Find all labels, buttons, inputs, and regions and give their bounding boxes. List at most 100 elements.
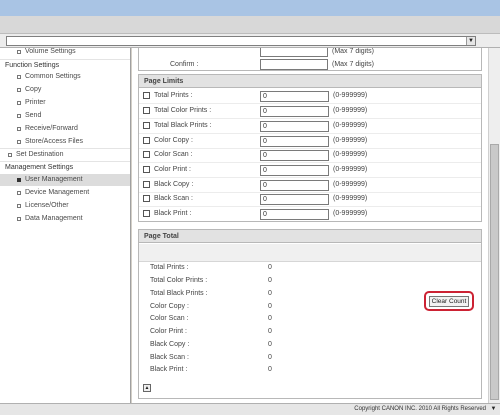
- limit-label: Color Print :: [154, 166, 191, 173]
- limit-input[interactable]: 0: [260, 179, 329, 191]
- limit-input[interactable]: 0: [260, 90, 329, 102]
- limit-checkbox[interactable]: [143, 122, 150, 129]
- sidebar-item-label: Copy: [25, 86, 42, 93]
- bullet-icon: [17, 101, 21, 105]
- total-value: 0: [268, 315, 272, 322]
- total-row: Total Color Prints : 0: [139, 275, 481, 288]
- total-label: Total Color Prints :: [150, 277, 208, 284]
- bullet-icon: [17, 191, 21, 195]
- limit-range: (0-999999): [333, 92, 368, 99]
- confirm-hint: (Max 7 digits): [332, 61, 375, 68]
- total-value: 0: [268, 277, 272, 284]
- limit-checkbox[interactable]: [143, 92, 150, 99]
- sidebar-item-common-settings[interactable]: Common Settings: [0, 71, 130, 83]
- copyright-text: Copyright CANON INC. 2010 All Rights Res…: [354, 406, 486, 412]
- sidebar-item-label: Function Settings: [5, 62, 60, 69]
- total-value: 0: [268, 264, 272, 271]
- limit-checkbox[interactable]: [143, 210, 150, 217]
- limit-label: Black Print :: [154, 210, 192, 217]
- total-row: Black Print : 0: [139, 364, 481, 377]
- address-dropdown[interactable]: ▼: [6, 36, 476, 46]
- sidebar-item-copy[interactable]: Copy: [0, 84, 130, 96]
- total-label: Color Scan :: [150, 315, 189, 322]
- confirm-password-field[interactable]: [260, 59, 328, 70]
- sidebar-item-label: Device Management: [25, 189, 90, 196]
- bullet-icon: [17, 127, 21, 131]
- total-row: Color Print : 0: [139, 326, 481, 339]
- bullet-icon: [17, 50, 21, 54]
- limit-row-color-print: Color Print : 0 (0-999999): [139, 163, 481, 178]
- limit-checkbox[interactable]: [143, 107, 150, 114]
- limit-row-black-scan: Black Scan : 0 (0-999999): [139, 192, 481, 207]
- limit-checkbox[interactable]: [143, 166, 150, 173]
- total-row: Color Scan : 0: [139, 313, 481, 326]
- total-label: Color Copy :: [150, 303, 189, 310]
- confirm-row: Confirm : (Max 7 digits): [139, 59, 479, 71]
- limit-row-black-copy: Black Copy : 0 (0-999999): [139, 178, 481, 193]
- limit-input[interactable]: 0: [260, 208, 329, 220]
- limit-row-black-print: Black Print : 0 (0-999999): [139, 207, 481, 222]
- limit-range: (0-999999): [333, 107, 368, 114]
- limit-checkbox[interactable]: [143, 151, 150, 158]
- sidebar-item-store-access-files[interactable]: Store/Access Files: [0, 136, 130, 148]
- sidebar-item-volume-settings[interactable]: Volume Settings: [0, 48, 130, 58]
- sidebar-item-label: Common Settings: [25, 73, 81, 80]
- limit-range: (0-999999): [333, 195, 368, 202]
- total-value: 0: [268, 354, 272, 361]
- bullet-icon: [17, 75, 21, 79]
- limit-range: (0-999999): [333, 210, 368, 217]
- sidebar-item-label: Receive/Forward: [25, 125, 78, 132]
- total-label: Total Prints :: [150, 264, 189, 271]
- password-field[interactable]: [260, 48, 328, 57]
- sidebar-item-receive-forward[interactable]: Receive/Forward: [0, 123, 130, 135]
- back-to-top-icon[interactable]: ▲: [143, 384, 151, 392]
- total-label: Color Print :: [150, 328, 187, 335]
- limit-label: Black Copy :: [154, 181, 194, 188]
- limit-input[interactable]: 0: [260, 193, 329, 205]
- sidebar-item-set-destination[interactable]: Set Destination: [0, 149, 130, 161]
- sidebar-item-data-management[interactable]: Data Management: [0, 213, 130, 225]
- sidebar-item-send[interactable]: Send: [0, 110, 130, 122]
- clear-count-button[interactable]: Clear Count: [429, 296, 469, 307]
- limit-checkbox[interactable]: [143, 195, 150, 202]
- limit-checkbox[interactable]: [143, 181, 150, 188]
- sidebar-item-user-management[interactable]: User Management: [0, 174, 130, 186]
- limit-row-color-scan: Color Scan : 0 (0-999999): [139, 148, 481, 163]
- confirm-label: Confirm :: [170, 61, 199, 68]
- total-value: 0: [268, 341, 272, 348]
- total-value: 0: [268, 290, 272, 297]
- total-label: Black Scan :: [150, 354, 189, 361]
- bullet-icon: [17, 114, 21, 118]
- limit-checkbox[interactable]: [143, 137, 150, 144]
- limit-range: (0-999999): [333, 137, 368, 144]
- limit-input[interactable]: 0: [260, 149, 329, 161]
- limit-input[interactable]: 0: [260, 105, 329, 117]
- sidebar-item-management-settings: Management Settings: [0, 162, 130, 174]
- page-total-section: Page Total Total Prints : 0 Total Color …: [138, 229, 482, 399]
- sidebar: Volume Settings Function Settings Common…: [0, 48, 131, 403]
- limit-row-color-copy: Color Copy : 0 (0-999999): [139, 134, 481, 149]
- limit-input[interactable]: 0: [260, 135, 329, 147]
- limit-range: (0-999999): [333, 166, 368, 173]
- sidebar-item-label: Store/Access Files: [25, 138, 83, 145]
- chevron-down-icon[interactable]: ▼: [466, 37, 475, 45]
- sidebar-item-printer[interactable]: Printer: [0, 97, 130, 109]
- password-section: (Max 7 digits) Confirm : (Max 7 digits): [138, 48, 482, 71]
- sidebar-item-label: User Management: [25, 176, 83, 183]
- limit-label: Total Color Prints :: [154, 107, 212, 114]
- sidebar-item-label: Set Destination: [16, 151, 64, 158]
- browser-toolbar: [0, 16, 500, 34]
- chevron-down-icon[interactable]: ▼: [489, 405, 498, 414]
- sidebar-item-license-other[interactable]: License/Other: [0, 200, 130, 212]
- total-label: Total Black Prints :: [150, 290, 208, 297]
- vertical-scrollbar[interactable]: [488, 48, 500, 403]
- limit-input[interactable]: 0: [260, 120, 329, 132]
- sidebar-item-device-management[interactable]: Device Management: [0, 187, 130, 199]
- total-value: 0: [268, 366, 272, 373]
- page-limits-section: Page Limits Total Prints : 0 (0-999999) …: [138, 74, 482, 222]
- limit-input[interactable]: 0: [260, 164, 329, 176]
- scrollbar-thumb[interactable]: [490, 144, 499, 400]
- page-total-toolbar: [139, 244, 481, 262]
- limit-label: Color Scan :: [154, 151, 193, 158]
- sidebar-item-label: Volume Settings: [25, 48, 76, 55]
